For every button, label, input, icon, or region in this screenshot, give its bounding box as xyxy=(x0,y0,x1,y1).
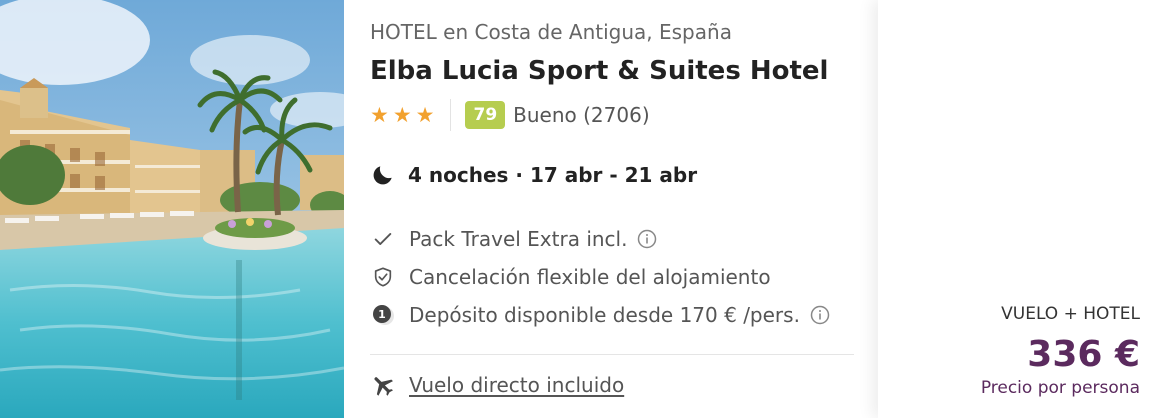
price-per-person: Precio por persona xyxy=(980,378,1140,398)
divider xyxy=(370,354,854,355)
score-text[interactable]: Bueno (2706) xyxy=(513,103,649,127)
moon-icon xyxy=(373,166,392,185)
plane-icon xyxy=(374,377,393,396)
star-rating: ★ ★ ★ xyxy=(370,103,434,127)
stay-dates: 4 noches · 17 abr - 21 abr xyxy=(370,162,697,188)
score-badge: 79 xyxy=(465,101,506,129)
hotel-category: HOTEL en Costa de Antigua, España xyxy=(370,20,732,44)
hotel-name[interactable]: Elba Lucia Sport & Suites Hotel xyxy=(370,56,828,86)
info-icon[interactable] xyxy=(810,305,830,325)
deposit-coin-icon: 1 xyxy=(370,302,396,328)
star-icon: ★ xyxy=(370,103,389,127)
star-icon: ★ xyxy=(392,103,412,127)
rating-row: ★ ★ ★ 79 Bueno (2706) xyxy=(370,98,650,132)
feature-pack-travel: Pack Travel Extra incl. xyxy=(370,226,657,252)
direct-flight-link[interactable]: Vuelo directo incluido xyxy=(409,373,624,397)
check-icon xyxy=(370,226,396,252)
hotel-photo-image xyxy=(0,0,344,418)
star-icon: ★ xyxy=(415,103,435,127)
flight-info: Vuelo directo incluido xyxy=(370,372,624,398)
stay-text: 4 noches · 17 abr - 21 abr xyxy=(408,163,698,187)
shield-check-icon xyxy=(370,264,396,290)
feature-label: Depósito disponible desde 170 € /pers. xyxy=(409,303,800,327)
feature-cancellation: Cancelación flexible del alojamiento xyxy=(370,264,771,290)
hotel-photo[interactable] xyxy=(0,0,344,418)
price-panel[interactable]: VUELO + HOTEL 336 € Precio por persona xyxy=(878,0,1160,418)
feature-label: Cancelación flexible del alojamiento xyxy=(409,265,771,289)
feature-deposit: 1 Depósito disponible desde 170 € /pers. xyxy=(370,302,830,328)
feature-label: Pack Travel Extra incl. xyxy=(409,227,628,251)
divider xyxy=(450,99,452,131)
price-amount[interactable]: 336 € xyxy=(1027,334,1140,375)
svg-text:1: 1 xyxy=(378,308,386,321)
hotel-info: HOTEL en Costa de Antigua, España Elba L… xyxy=(370,0,854,418)
package-type-label: VUELO + HOTEL xyxy=(1001,304,1140,324)
info-icon[interactable] xyxy=(637,229,657,249)
